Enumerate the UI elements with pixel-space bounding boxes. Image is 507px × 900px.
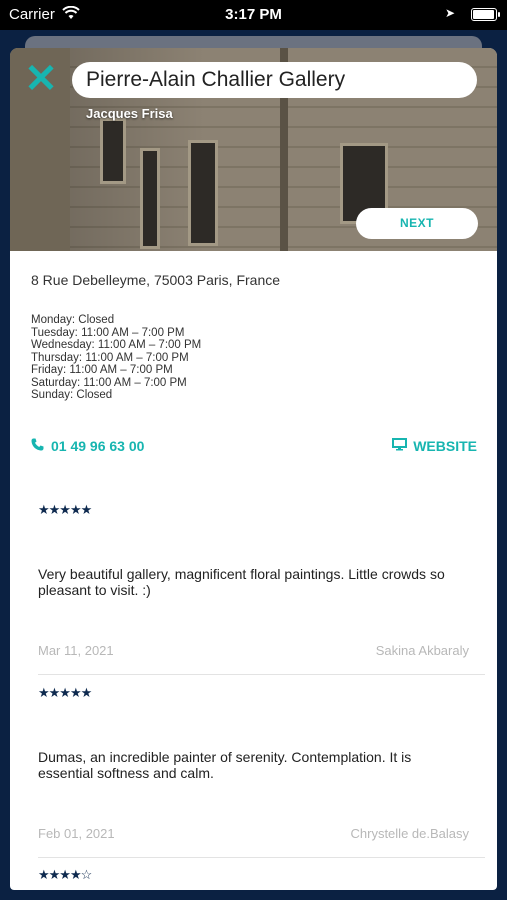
monitor-icon: [392, 438, 408, 454]
gallery-photo: ✕ Pierre-Alain Challier Gallery Jacques …: [10, 48, 497, 251]
review-item: ★★★★☆: [10, 867, 497, 887]
divider: [38, 674, 485, 675]
review-author: Sakina Akbaraly: [375, 643, 469, 658]
gallery-card: ✕ Pierre-Alain Challier Gallery Jacques …: [10, 48, 497, 890]
status-bar: Carrier 3:17 PM ➤: [0, 0, 507, 30]
photo-credit: Jacques Frisa: [86, 106, 173, 121]
hours-sunday: Sunday: Closed: [31, 389, 113, 401]
hours-tuesday: Tuesday: 11:00 AM – 7:00 PM: [31, 326, 185, 339]
battery-icon: [471, 8, 500, 21]
review-date: Mar 11, 2021: [38, 643, 114, 658]
rating-stars: ★★★★☆: [38, 867, 92, 882]
rating-stars: ★★★★★: [38, 685, 92, 700]
phone-number: 01 49 96 63 00: [51, 438, 145, 454]
clock: 3:17 PM: [225, 6, 282, 23]
review-text: Dumas, an incredible painter of serenity…: [38, 749, 412, 781]
hours-friday: Friday: 11:00 AM – 7:00 PM: [31, 364, 173, 376]
website-link[interactable]: WEBSITE: [392, 438, 477, 454]
phone-link[interactable]: 01 49 96 63 00: [31, 438, 144, 454]
review-item: ★★★★★ Dumas, an incredible painter of se…: [10, 685, 497, 859]
review-author: Chrystelle de.Balasy: [350, 826, 470, 841]
review-date: Feb 01, 2021: [38, 826, 115, 841]
hours-thursday: Thursday: 11:00 AM – 7:00 PM: [31, 351, 189, 364]
opening-hours: Monday: Closed Tuesday: 11:00 AM – 7:00 …: [31, 314, 201, 402]
hours-saturday: Saturday: 11:00 AM – 7:00 PM: [31, 376, 187, 389]
location-arrow-icon: ➤: [444, 6, 455, 20]
gallery-title: Pierre-Alain Challier Gallery: [72, 62, 477, 98]
website-label: WEBSITE: [413, 438, 477, 454]
next-button[interactable]: NEXT: [356, 208, 478, 239]
hours-monday: Monday: Closed: [31, 314, 115, 326]
phone-icon: [31, 438, 45, 454]
divider: [38, 857, 485, 858]
hours-wednesday: Wednesday: 11:00 AM – 7:00 PM: [31, 339, 202, 351]
review-item: ★★★★★ Very beautiful gallery, magnificen…: [10, 502, 497, 676]
rating-stars: ★★★★★: [38, 502, 92, 517]
gallery-address: 8 Rue Debelleyme, 75003 Paris, France: [31, 272, 281, 288]
close-icon[interactable]: ✕: [24, 59, 58, 99]
review-text: Very beautiful gallery, magnificent flor…: [38, 566, 445, 598]
